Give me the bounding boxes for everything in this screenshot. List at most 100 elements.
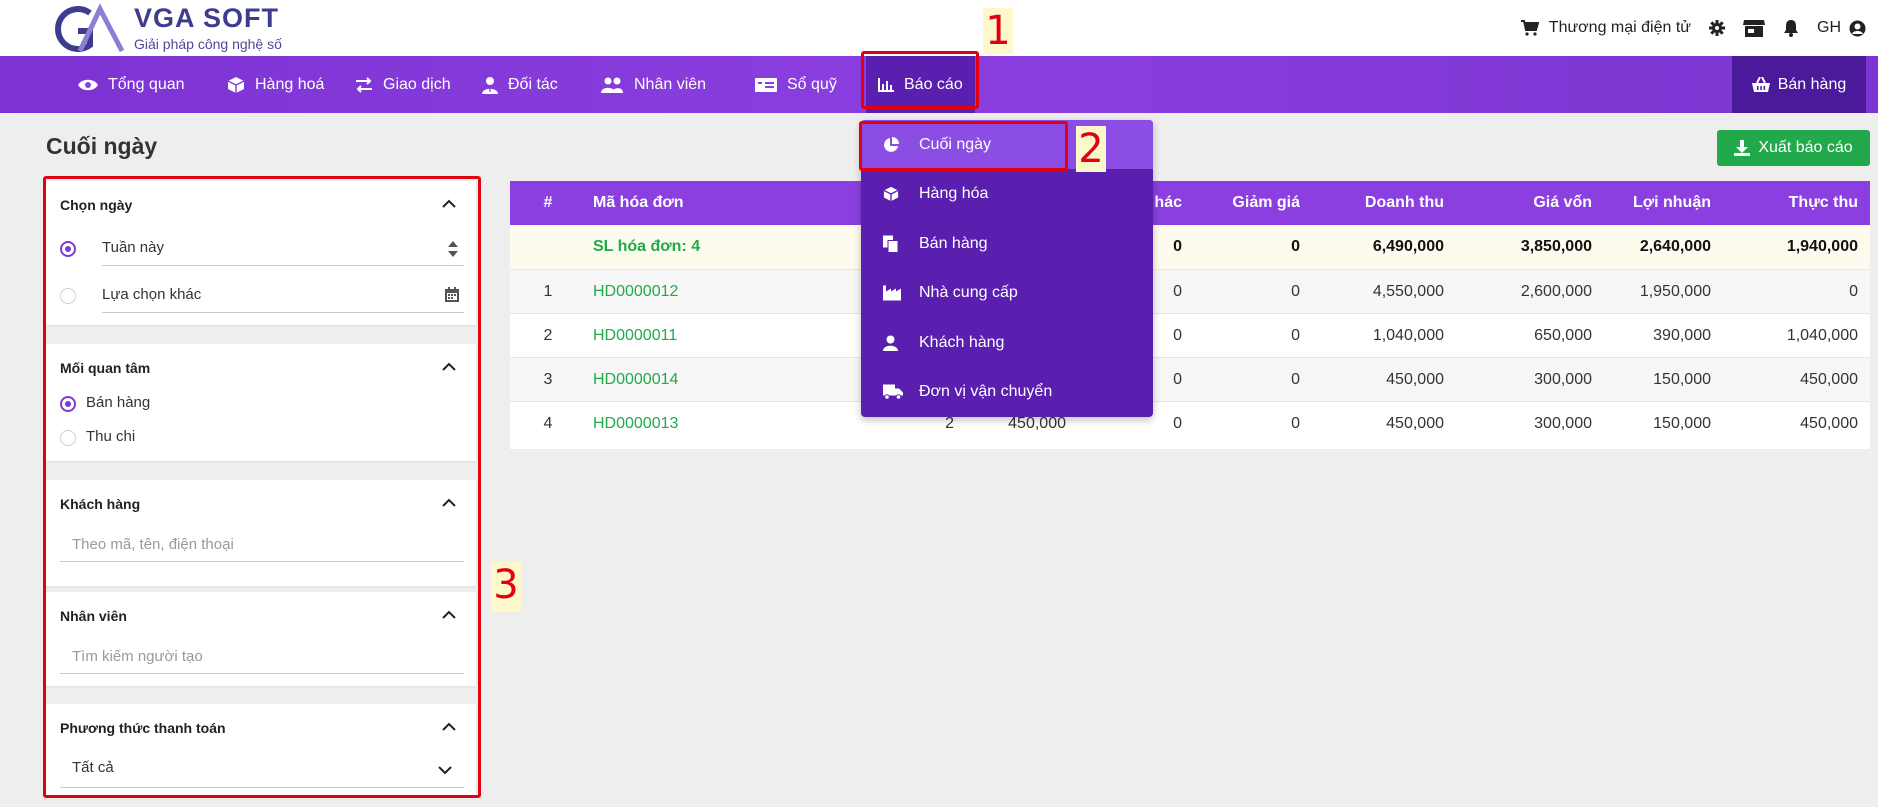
logo-slogan: Giải pháp công nghệ số <box>134 36 282 52</box>
table-summary-row: SL hóa đơn: 4 0 0 6,490,000 3,850,000 2,… <box>510 225 1870 269</box>
col-discount[interactable]: Giảm giá <box>1232 181 1300 225</box>
truck-icon <box>883 384 903 399</box>
table-row[interactable]: 3 HD0000014 0 0 450,000 300,000 150,000 … <box>510 357 1870 402</box>
nav-label: Đối tác <box>508 75 558 93</box>
row-cost: 300,000 <box>1534 415 1592 432</box>
col-actual-receipt[interactable]: Thực thu <box>1789 181 1858 225</box>
logo[interactable]: VGA SOFT Giải pháp công nghệ số <box>50 3 290 53</box>
row-revenue: 450,000 <box>1386 371 1444 388</box>
menu-item-customer[interactable]: Khách hàng <box>861 318 1153 367</box>
row-other: 0 <box>1173 415 1182 432</box>
sell-button-label: Bán hàng <box>1777 75 1847 93</box>
row-num: 2 <box>543 327 553 344</box>
menu-item-label: Bán hàng <box>919 234 988 252</box>
export-report-button[interactable]: Xuất báo cáo <box>1717 130 1870 166</box>
sell-button[interactable]: Bán hàng <box>1732 56 1866 113</box>
row-discount: 0 <box>1291 415 1300 432</box>
row-profit: 150,000 <box>1653 415 1711 432</box>
user-circle-icon <box>1849 20 1866 36</box>
table-row[interactable]: 4 HD0000013 2 450,000 0 0 450,000 300,00… <box>510 401 1870 446</box>
menu-item-label: Đơn vị vận chuyển <box>919 382 1053 400</box>
nav-doi-tac[interactable]: Đối tác <box>482 56 558 113</box>
eye-icon <box>78 79 98 90</box>
row-num: 1 <box>543 283 553 300</box>
summary-cost: 3,850,000 <box>1520 238 1592 255</box>
table-row[interactable]: 1 HD0000012 0 0 4,550,000 2,600,000 1,95… <box>510 269 1870 314</box>
row-other: 0 <box>1173 283 1182 300</box>
row-cost: 2,600,000 <box>1520 283 1592 300</box>
row-cost: 650,000 <box>1534 327 1592 344</box>
report-table: # Mã hóa đơn S hác Giảm giá Doanh thu Gi… <box>510 181 1870 449</box>
box-icon <box>227 76 245 93</box>
row-revenue: 1,040,000 <box>1372 327 1444 344</box>
ecommerce-link[interactable]: Thương mại điện tử <box>1520 19 1691 37</box>
top-header: VGA SOFT Giải pháp công nghệ số Thương m… <box>0 0 1878 56</box>
logo-mark-icon <box>55 3 125 53</box>
industry-icon <box>883 285 901 300</box>
annotation-box-3 <box>43 176 481 798</box>
menu-item-supplier[interactable]: Nhà cung cấp <box>861 268 1153 317</box>
row-discount: 0 <box>1291 327 1300 344</box>
box-icon <box>883 186 899 201</box>
row-num: 3 <box>543 371 553 388</box>
row-other: 0 <box>1173 371 1182 388</box>
annotation-marker-2: 2 <box>1076 126 1106 172</box>
nav-label: Hàng hoá <box>255 75 325 93</box>
user-menu[interactable]: GH <box>1817 19 1866 37</box>
money-bill-icon <box>755 77 777 92</box>
col-other[interactable]: hác <box>1154 181 1182 225</box>
bell-icon[interactable] <box>1783 19 1799 37</box>
nav-giao-dich[interactable]: Giao dịch <box>355 56 451 113</box>
gear-icon[interactable] <box>1709 20 1725 36</box>
nav-label: Sổ quỹ <box>787 75 837 93</box>
row-cost: 300,000 <box>1534 371 1592 388</box>
col-revenue[interactable]: Doanh thu <box>1365 181 1444 225</box>
row-profit: 150,000 <box>1653 371 1711 388</box>
user-icon <box>883 335 898 351</box>
basket-icon <box>1751 76 1770 92</box>
invoice-link[interactable]: HD0000011 <box>593 314 677 358</box>
page-title: Cuối ngày <box>46 133 158 159</box>
store-icon[interactable] <box>1743 19 1765 37</box>
nav-label: Tổng quan <box>108 75 185 93</box>
annotation-marker-3: 3 <box>491 562 521 612</box>
table-row[interactable]: 2 HD0000011 0 0 1,040,000 650,000 390,00… <box>510 313 1870 358</box>
invoice-link[interactable]: HD0000013 <box>593 402 678 446</box>
menu-item-label: Hàng hóa <box>919 184 989 202</box>
row-discount: 0 <box>1291 283 1300 300</box>
summary-discount: 0 <box>1291 238 1300 255</box>
copy-icon <box>883 235 899 252</box>
nav-hang-hoa[interactable]: Hàng hoá <box>227 56 324 113</box>
row-revenue: 450,000 <box>1386 415 1444 432</box>
menu-item-goods[interactable]: Hàng hóa <box>861 169 1153 218</box>
summary-actual-receipt: 1,940,000 <box>1786 238 1858 255</box>
col-cost[interactable]: Giá vốn <box>1533 181 1592 225</box>
row-profit: 390,000 <box>1653 327 1711 344</box>
col-profit[interactable]: Lợi nhuận <box>1633 181 1711 225</box>
invoice-link[interactable]: HD0000014 <box>593 358 678 402</box>
nav-tong-quan[interactable]: Tổng quan <box>78 56 185 113</box>
top-right-tools: Thương mại điện tử GH <box>1520 14 1866 42</box>
download-icon <box>1734 140 1751 156</box>
table-header: # Mã hóa đơn S hác Giảm giá Doanh thu Gi… <box>510 181 1870 225</box>
summary-other: 0 <box>1173 238 1182 255</box>
row-other: 0 <box>1173 327 1182 344</box>
col-invoice-code[interactable]: Mã hóa đơn <box>593 181 683 225</box>
row-discount: 0 <box>1291 371 1300 388</box>
user-tie-icon <box>482 76 498 94</box>
row-actual-receipt: 450,000 <box>1800 415 1858 432</box>
menu-item-shipping-unit[interactable]: Đơn vị vận chuyển <box>861 367 1153 416</box>
row-revenue: 4,550,000 <box>1372 283 1444 300</box>
nav-nhan-vien[interactable]: Nhân viên <box>600 56 706 113</box>
menu-item-label: Khách hàng <box>919 333 1005 351</box>
ecommerce-label: Thương mại điện tử <box>1548 19 1691 36</box>
user-initials: GH <box>1817 19 1841 36</box>
invoice-link[interactable]: HD0000012 <box>593 270 678 314</box>
cart-icon <box>1520 20 1539 36</box>
nav-so-quy[interactable]: Sổ quỹ <box>755 56 837 113</box>
row-actual-receipt: 0 <box>1849 283 1858 300</box>
annotation-box-1 <box>861 51 979 109</box>
row-profit: 1,950,000 <box>1639 283 1711 300</box>
menu-item-sales[interactable]: Bán hàng <box>861 219 1153 268</box>
exchange-icon <box>356 76 372 93</box>
